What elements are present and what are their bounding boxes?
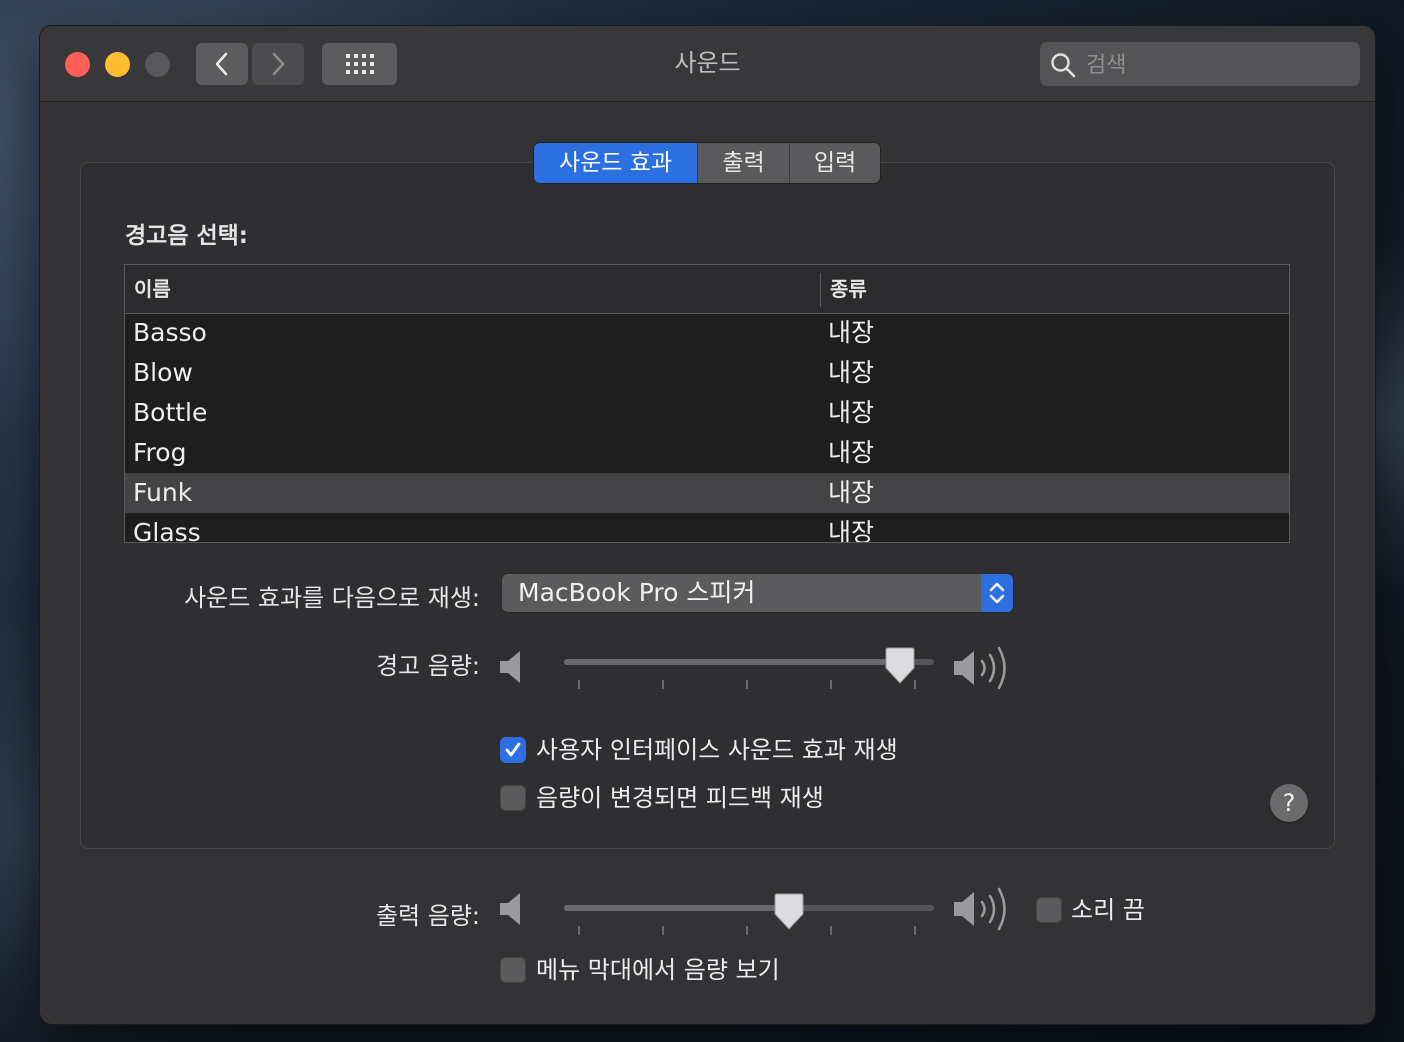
table-row[interactable]: Glass 내장	[125, 513, 1289, 543]
column-divider	[820, 273, 821, 307]
playback-device-value: MacBook Pro 스피커	[518, 578, 756, 607]
alert-volume-slider[interactable]	[564, 646, 934, 696]
tab-input[interactable]: 입력	[790, 143, 880, 183]
help-button[interactable]: ?	[1270, 784, 1308, 822]
up-down-chevron-icon	[989, 582, 1005, 604]
speaker-low-icon	[500, 651, 520, 683]
ui-sounds-checkbox[interactable]	[500, 737, 526, 763]
output-volume-thumb[interactable]	[772, 892, 806, 932]
search-field[interactable]	[1040, 42, 1360, 88]
table-row[interactable]: Bottle 내장	[125, 393, 1289, 433]
speaker-high-icon	[954, 887, 1006, 931]
slider-tick	[662, 680, 664, 689]
row-name: Blow	[133, 358, 193, 387]
alert-volume-fill	[564, 659, 900, 665]
titlebar: 사운드	[40, 26, 1375, 102]
alert-sound-heading: 경고음 선택:	[125, 223, 249, 249]
mute-checkbox[interactable]	[1036, 897, 1062, 923]
alert-volume-thumb[interactable]	[883, 646, 917, 686]
popup-stepper	[981, 574, 1013, 612]
slider-tick	[914, 926, 916, 935]
output-volume-slider[interactable]	[564, 892, 934, 942]
table-row-selected[interactable]: Funk 내장	[125, 473, 1289, 513]
column-header-name[interactable]: 이름	[134, 265, 171, 313]
row-name: Basso	[133, 318, 207, 347]
slider-tick	[746, 680, 748, 689]
volume-feedback-label[interactable]: 음량이 변경되면 피드백 재생	[536, 785, 824, 811]
mute-label[interactable]: 소리 끔	[1071, 897, 1145, 923]
tab-sound-effects[interactable]: 사운드 효과	[534, 143, 698, 183]
menubar-volume-checkbox[interactable]	[500, 957, 526, 983]
slider-tick	[662, 926, 664, 935]
sound-preferences-window: 사운드 사운드 효과 출력 입력 경고음 선택: 이름 종류 Basso 내장 …	[40, 26, 1375, 1024]
table-row[interactable]: Blow 내장	[125, 353, 1289, 393]
output-volume-track	[564, 905, 934, 911]
tab-output[interactable]: 출력	[698, 143, 790, 183]
slider-tick	[578, 926, 580, 935]
search-icon	[1051, 53, 1076, 78]
row-name: Funk	[133, 478, 193, 507]
table-row[interactable]: Frog 내장	[125, 433, 1289, 473]
row-type: 내장	[828, 518, 875, 543]
search-input[interactable]	[1084, 42, 1353, 88]
row-type: 내장	[828, 358, 875, 387]
output-volume-label: 출력 음량:	[375, 902, 480, 930]
alert-volume-label: 경고 음량:	[375, 652, 480, 680]
slider-tick	[830, 926, 832, 935]
speaker-high-icon	[954, 646, 1006, 690]
playback-device-label: 사운드 효과를 다음으로 재생:	[184, 584, 480, 612]
table-row[interactable]: Basso 내장	[125, 313, 1289, 353]
volume-feedback-checkbox[interactable]	[500, 785, 526, 811]
row-name: Glass	[133, 518, 201, 543]
row-type: 내장	[828, 478, 875, 507]
row-name: Bottle	[133, 398, 208, 427]
ui-sounds-label[interactable]: 사용자 인터페이스 사운드 효과 재생	[536, 737, 898, 763]
table-header: 이름 종류	[125, 265, 1289, 314]
row-type: 내장	[828, 438, 875, 467]
slider-tick	[578, 680, 580, 689]
column-header-type[interactable]: 종류	[830, 265, 867, 313]
output-volume-fill	[564, 905, 789, 911]
row-name: Frog	[133, 438, 187, 467]
speaker-low-icon	[500, 893, 520, 925]
alert-sound-table[interactable]: 이름 종류 Basso 내장 Blow 내장 Bottle 내장 Frog 내장…	[124, 264, 1290, 543]
slider-tick	[830, 680, 832, 689]
alert-volume-track	[564, 659, 934, 665]
checkmark-icon	[505, 742, 521, 757]
menubar-volume-label[interactable]: 메뉴 막대에서 음량 보기	[536, 957, 780, 983]
tab-bar: 사운드 효과 출력 입력	[534, 143, 880, 183]
playback-device-popup[interactable]: MacBook Pro 스피커	[502, 574, 1013, 612]
row-type: 내장	[828, 318, 875, 347]
row-type: 내장	[828, 398, 875, 427]
slider-tick	[746, 926, 748, 935]
